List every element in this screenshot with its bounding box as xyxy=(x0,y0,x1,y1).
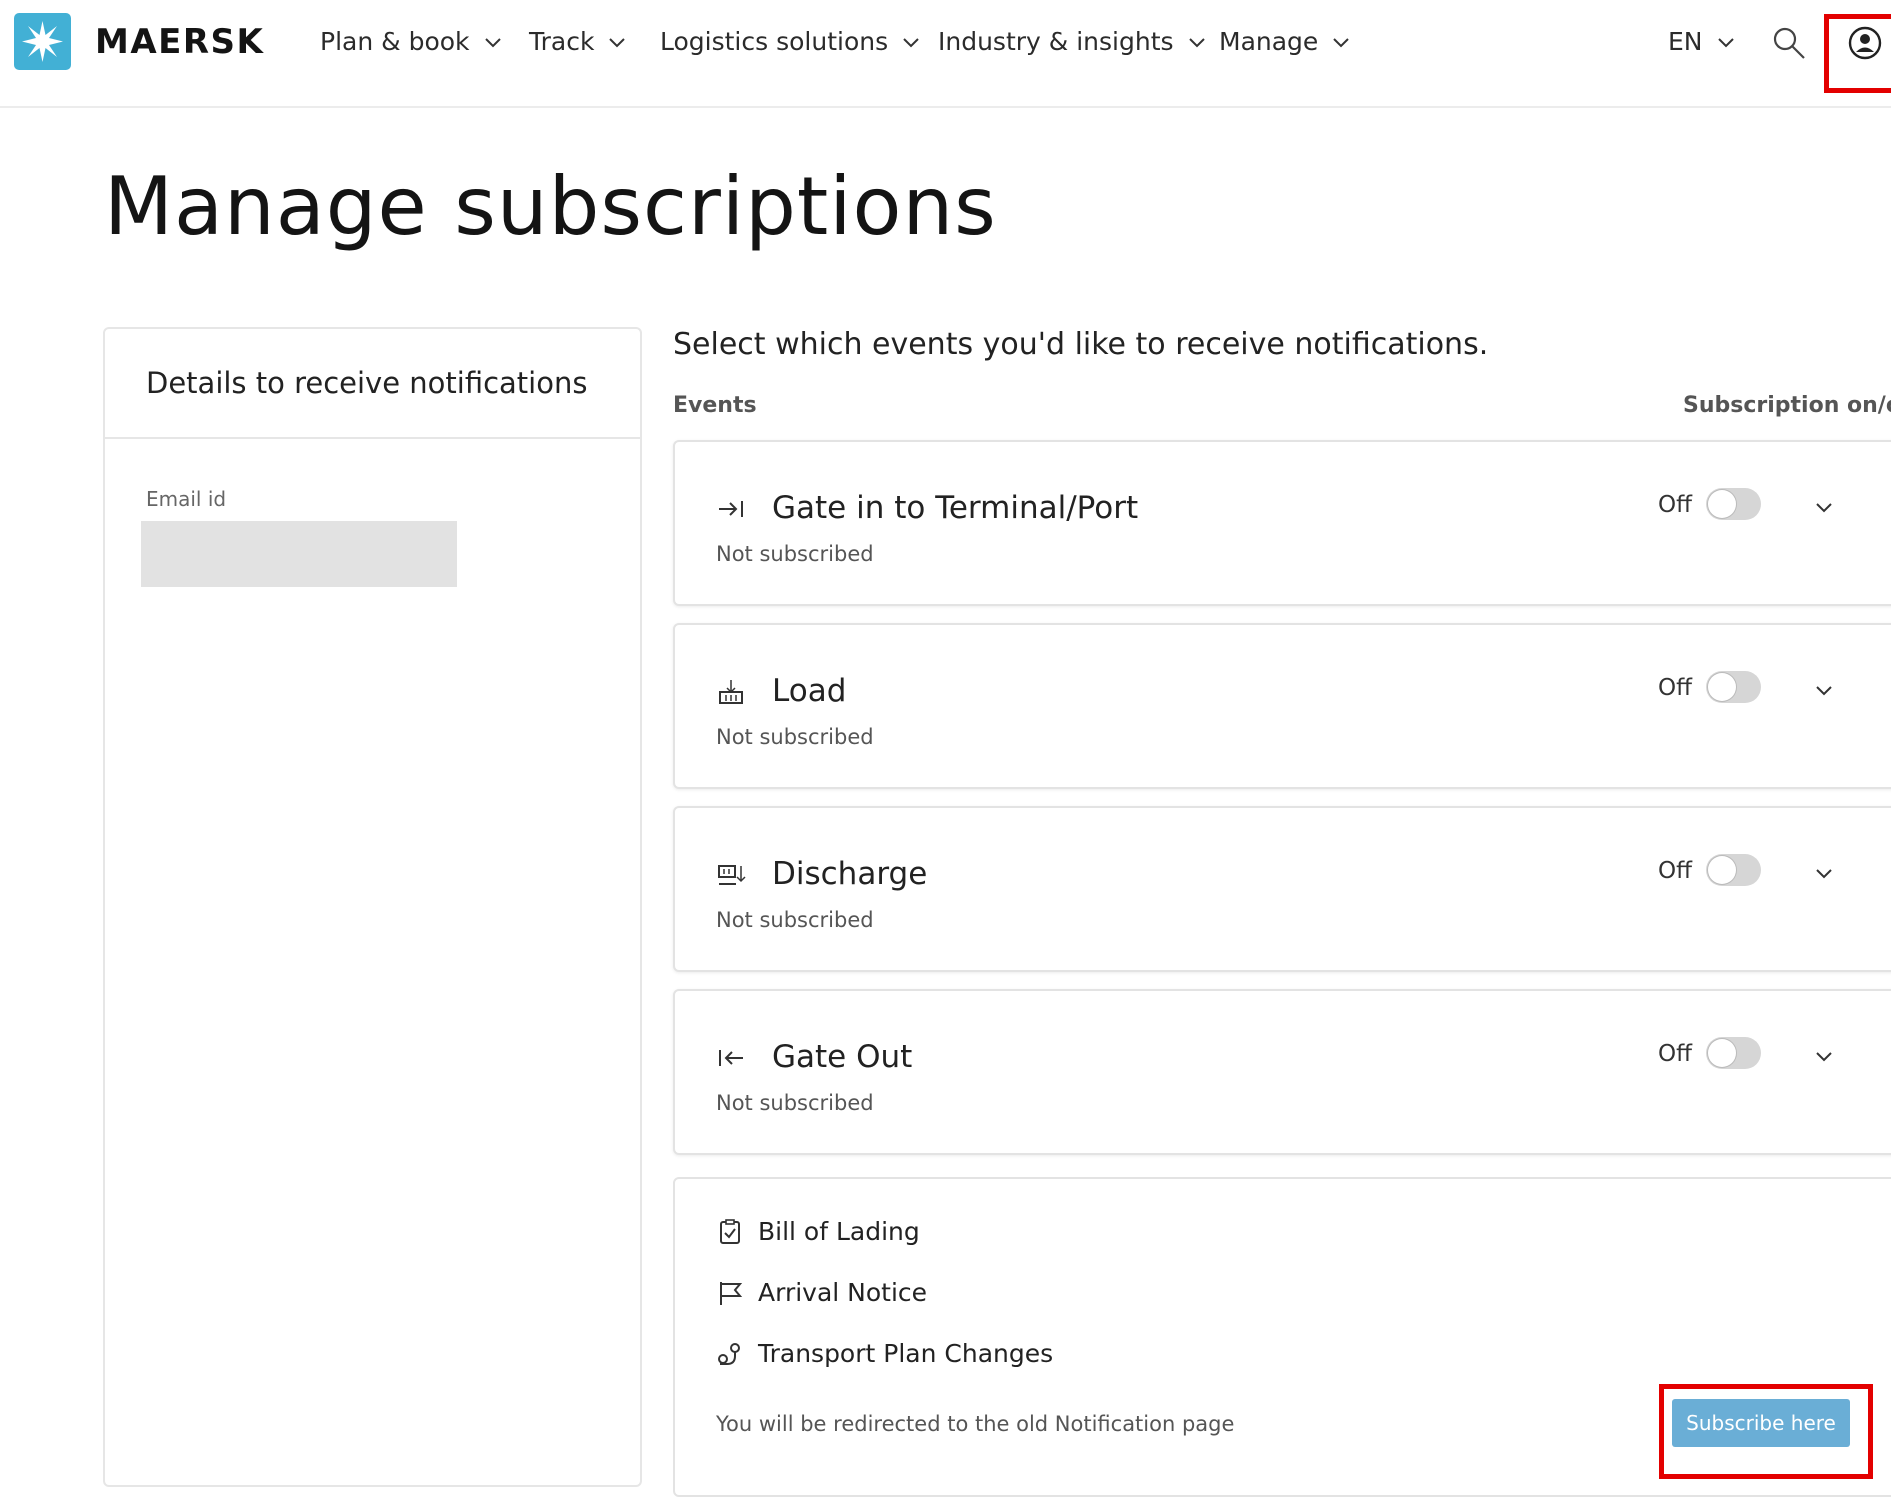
legacy-item-transport-plan-changes: Transport Plan Changes xyxy=(716,1339,1053,1368)
nav-label: Logistics solutions xyxy=(660,27,889,56)
chevron-down-icon xyxy=(1188,37,1205,47)
toggle-state-label: Off xyxy=(1658,675,1692,701)
event-card-discharge: Discharge Not subscribed Off xyxy=(673,806,1891,972)
legacy-item-arrival-notice: Arrival Notice xyxy=(716,1278,927,1307)
clipboard-check-icon xyxy=(720,1218,740,1244)
nav-track[interactable]: Track xyxy=(529,27,628,56)
flag-icon xyxy=(720,1281,743,1305)
event-title: Discharge xyxy=(772,856,928,892)
user-profile-icon[interactable] xyxy=(1848,26,1882,60)
gate-out-icon xyxy=(719,1050,743,1066)
language-label: EN xyxy=(1668,27,1703,56)
event-title: Gate Out xyxy=(772,1039,913,1075)
toggle-knob xyxy=(1708,856,1736,884)
email-label: Email id xyxy=(146,487,227,511)
chevron-down-icon[interactable] xyxy=(1813,862,1835,884)
event-card-gate-in: Gate in to Terminal/Port Not subscribed … xyxy=(673,440,1891,606)
toggle-state-label: Off xyxy=(1658,858,1692,884)
load-icon xyxy=(719,680,743,704)
event-status: Not subscribed xyxy=(716,542,874,566)
nav-manage[interactable]: Manage xyxy=(1219,27,1352,56)
event-card-load: Load Not subscribed Off xyxy=(673,623,1891,789)
maersk-star-logo-icon[interactable] xyxy=(14,13,71,70)
toggle-knob xyxy=(1708,490,1736,518)
event-card-gate-out: Gate Out Not subscribed Off xyxy=(673,989,1891,1155)
toggle-knob xyxy=(1708,673,1736,701)
event-title: Gate in to Terminal/Port xyxy=(772,490,1139,526)
events-intro-text: Select which events you'd like to receiv… xyxy=(673,327,1489,362)
legacy-item-label: Transport Plan Changes xyxy=(758,1339,1054,1368)
gate-in-icon xyxy=(719,501,743,517)
subscription-toggle[interactable] xyxy=(1706,1037,1761,1069)
event-title: Load xyxy=(772,673,847,709)
nav-plan-and-book[interactable]: Plan & book xyxy=(320,27,504,56)
notification-details-card: Details to receive notifications Email i… xyxy=(103,327,642,1487)
event-status: Not subscribed xyxy=(716,908,874,932)
details-heading: Details to receive notifications xyxy=(105,329,640,439)
chevron-down-icon xyxy=(609,37,626,47)
legacy-item-bill-of-lading: Bill of Lading xyxy=(716,1217,920,1246)
legacy-item-label: Arrival Notice xyxy=(758,1278,928,1307)
chevron-down-icon[interactable] xyxy=(1813,1045,1835,1067)
event-status: Not subscribed xyxy=(716,1091,874,1115)
redirect-note: You will be redirected to the old Notifi… xyxy=(716,1412,1235,1436)
toggle-knob xyxy=(1708,1039,1736,1067)
event-status: Not subscribed xyxy=(716,725,874,749)
language-selector[interactable]: EN xyxy=(1668,27,1737,56)
route-icon xyxy=(718,1342,740,1365)
discharge-icon xyxy=(718,865,746,885)
nav-logistics-solutions[interactable]: Logistics solutions xyxy=(660,27,922,56)
chevron-down-icon xyxy=(1333,37,1350,47)
nav-label: Manage xyxy=(1219,27,1319,56)
events-column-header: Events xyxy=(673,393,757,418)
subscription-toggle[interactable] xyxy=(1706,671,1761,703)
subscription-column-header: Subscription on/off xyxy=(1683,393,1891,418)
chevron-down-icon xyxy=(1717,37,1734,47)
subscribe-here-button[interactable]: Subscribe here xyxy=(1672,1399,1850,1447)
nav-label: Track xyxy=(529,27,595,56)
email-value-redacted xyxy=(141,521,457,587)
toggle-state-label: Off xyxy=(1658,492,1692,518)
page-title: Manage subscriptions xyxy=(104,160,997,253)
toggle-state-label: Off xyxy=(1658,1041,1692,1067)
nav-label: Industry & insights xyxy=(938,27,1174,56)
chevron-down-icon[interactable] xyxy=(1813,496,1835,518)
subscription-toggle[interactable] xyxy=(1706,488,1761,520)
search-icon[interactable] xyxy=(1770,24,1810,64)
nav-industry-insights[interactable]: Industry & insights xyxy=(938,27,1208,56)
chevron-down-icon[interactable] xyxy=(1813,679,1835,701)
legacy-item-label: Bill of Lading xyxy=(758,1217,920,1246)
top-navigation-bar: MAERSK Plan & book Track Logistics solut… xyxy=(0,0,1891,108)
subscription-toggle[interactable] xyxy=(1706,854,1761,886)
chevron-down-icon xyxy=(903,37,919,47)
nav-label: Plan & book xyxy=(320,27,470,56)
brand-wordmark[interactable]: MAERSK xyxy=(95,22,264,62)
chevron-down-icon xyxy=(484,37,501,47)
